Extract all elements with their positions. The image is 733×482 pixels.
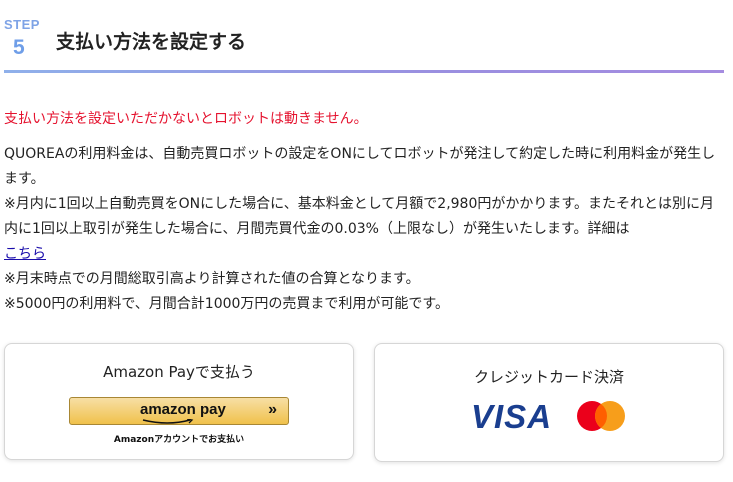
header-divider [4,70,724,73]
chevron-right-icon: » [268,401,277,418]
pricing-line-3: ※月末時点での月間総取引高より計算された値の合算となります。 [4,271,420,287]
pricing-line-2-text: ※月内に1回以上自動売買をONにした場合に、基本料金として月額で2,980円がか… [4,196,714,237]
credit-card-card[interactable]: クレジットカード決済 VISA [374,343,724,462]
credit-card-card-title: クレジットカード決済 [473,368,624,386]
mastercard-icon [577,401,625,431]
amazon-smile-icon [142,419,194,424]
amazon-pay-subtitle: Amazonアカウントでお支払い [113,435,245,445]
pricing-line-4: ※5000円の利用料で、月間合計1000万円の売買まで利用が可能です。 [4,296,450,312]
amazon-pay-logo: amazon pay [140,401,226,424]
page-title: 支払い方法を設定する [56,31,247,53]
warning-text: 支払い方法を設定いただかないとロボットは動きません。 [4,111,368,127]
amazon-pay-logo-text: amazon pay [140,401,226,418]
amazon-pay-card-title: Amazon Payで支払う [103,363,255,381]
step-label: STEP [4,17,40,32]
details-link[interactable]: こちら [4,246,46,262]
step-number: 5 [13,36,25,59]
step-header: STEP 5 支払い方法を設定する [0,0,724,74]
pricing-description: QUOREAの利用料金は、自動売買ロボットの設定をONにしてロボットが発注して約… [4,142,726,317]
pricing-line-2: ※月内に1回以上自動売買をONにした場合に、基本料金として月額で2,980円がか… [4,192,726,267]
amazon-pay-button[interactable]: amazon pay » [69,397,289,425]
amazon-pay-card[interactable]: Amazon Payで支払う amazon pay » Amazonアカウントで… [4,343,354,460]
visa-logo: VISA [471,398,553,435]
pricing-line-1: QUOREAの利用料金は、自動売買ロボットの設定をONにしてロボットが発注して約… [4,146,716,187]
